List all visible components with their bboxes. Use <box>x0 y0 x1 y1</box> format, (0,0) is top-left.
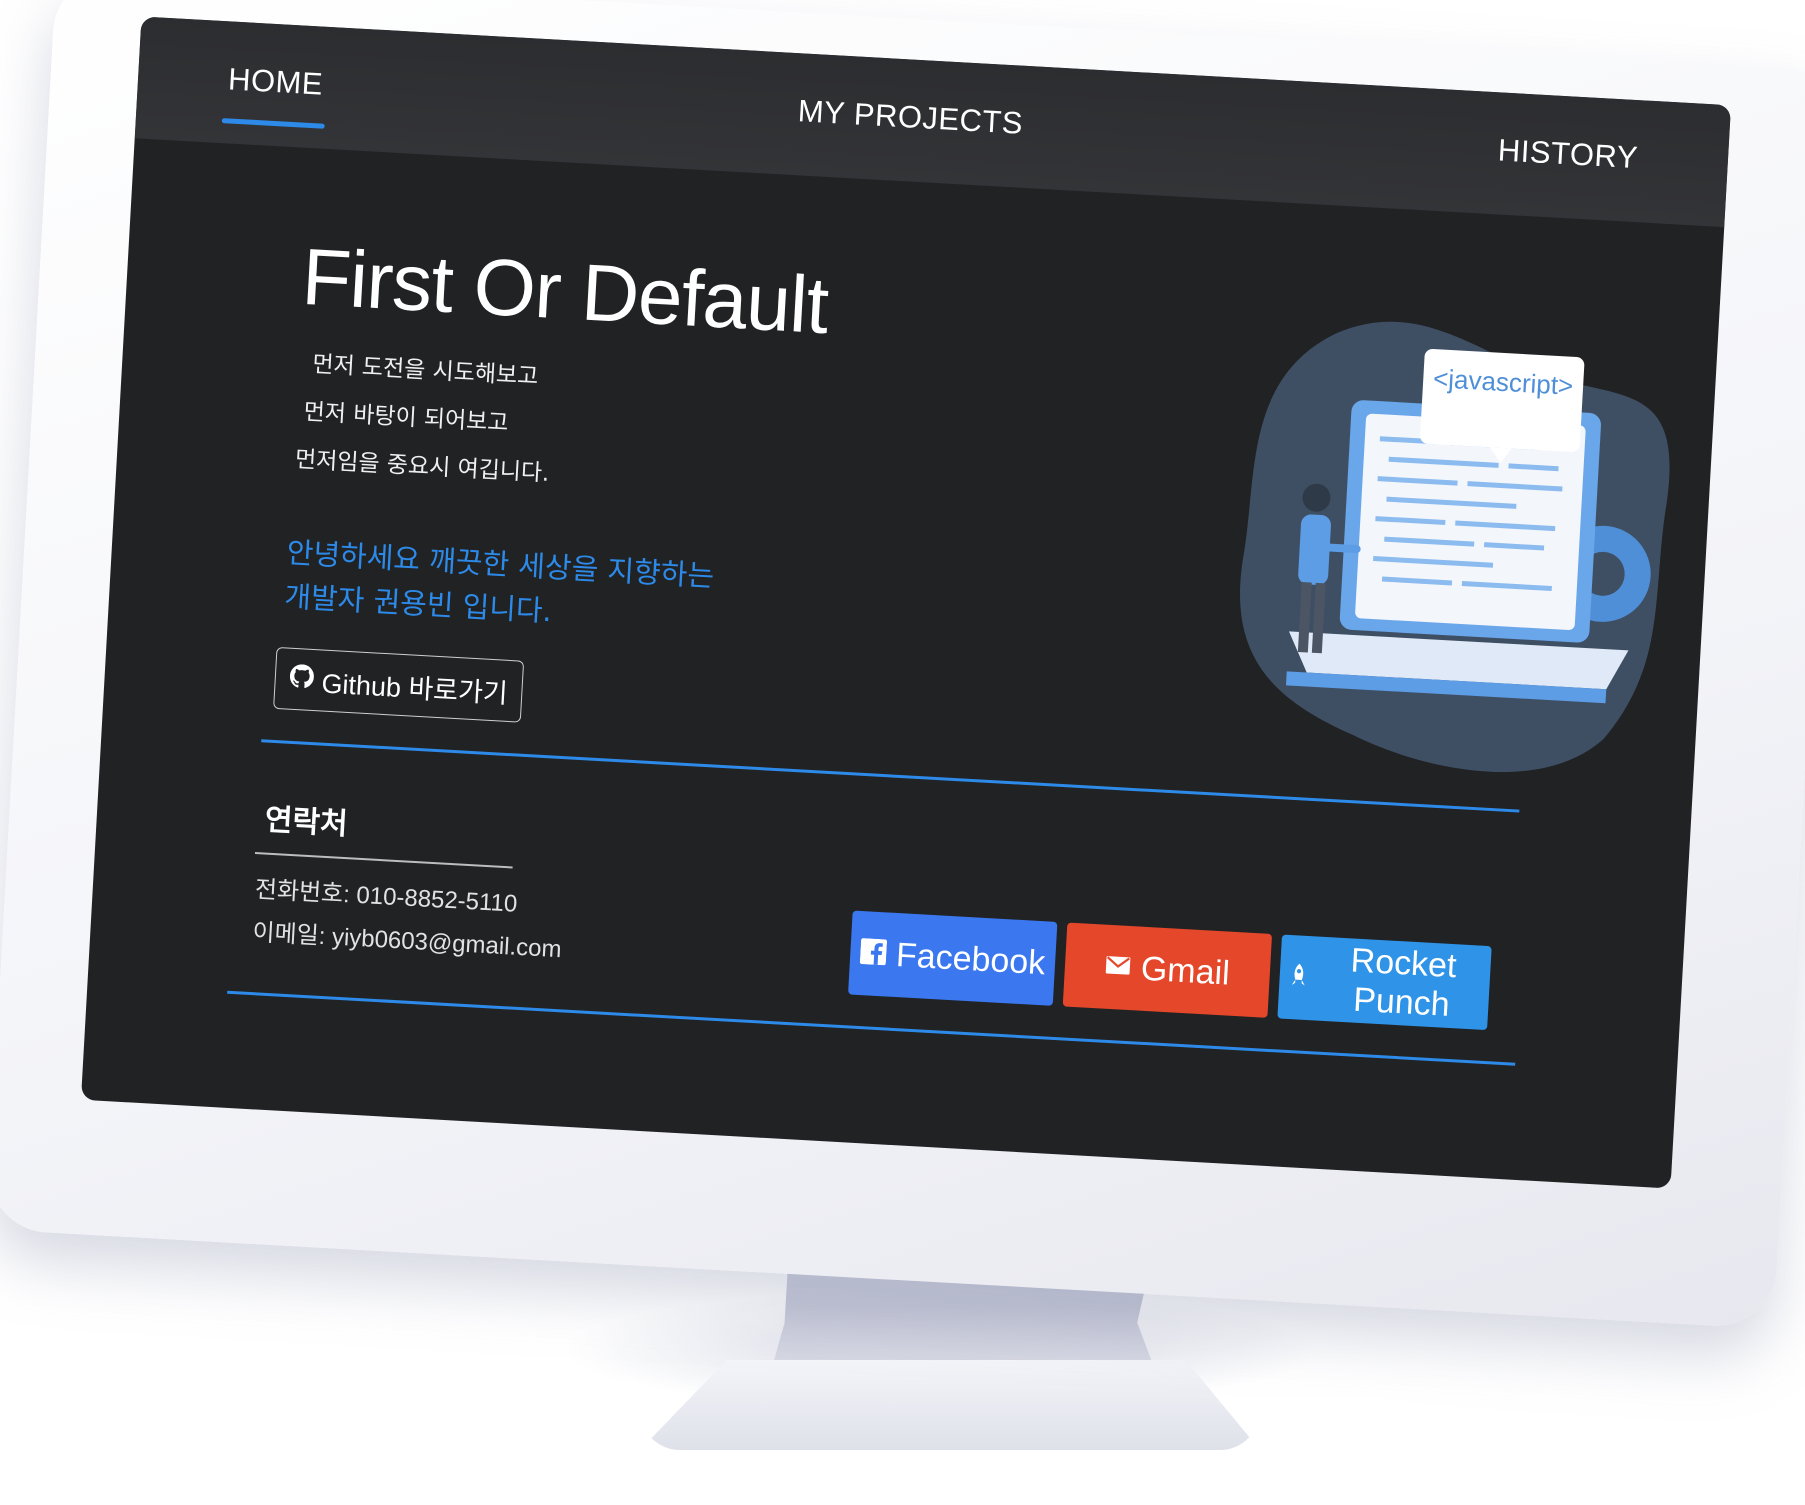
github-button[interactable]: Github 바로가기 <box>273 646 525 723</box>
nav-history[interactable]: HISTORY <box>1497 132 1639 182</box>
facebook-button-label: Facebook <box>895 935 1047 982</box>
nav-home[interactable]: HOME <box>227 61 324 108</box>
facebook-button[interactable]: Facebook <box>848 910 1058 1006</box>
tagline-3: 먼저임을 중요시 여깁니다. <box>294 446 551 487</box>
facebook-icon <box>859 934 887 974</box>
gmail-button-label: Gmail <box>1139 949 1231 993</box>
rocket-icon <box>1285 957 1313 997</box>
tagline-2: 먼저 바탕이 되어보고 <box>302 399 510 437</box>
github-button-label: Github 바로가기 <box>320 668 509 709</box>
envelope-icon <box>1104 947 1132 987</box>
contact-phone: 전화번호: 010-8852-5110 <box>254 876 518 918</box>
developer-laptop-illustration: <javascript> <box>1240 321 1670 772</box>
gmail-button[interactable]: Gmail <box>1062 922 1273 1018</box>
intro-line-2: 개발자 권용빈 입니다. <box>283 579 553 629</box>
github-icon <box>289 663 315 695</box>
contact-divider <box>254 852 513 868</box>
nav-my-projects[interactable]: MY PROJECTS <box>797 93 1024 148</box>
intro-text: 안녕하세요 깨끗한 세상을 지향하는 개발자 권용빈 입니다. <box>283 530 715 642</box>
tagline-1: 먼저 도전을 시도해보고 <box>311 351 539 391</box>
rocketpunch-button[interactable]: Rocket Punch <box>1277 934 1492 1031</box>
rocketpunch-button-label: Rocket Punch <box>1349 941 1458 1024</box>
contact-email: 이메일: yiyb0603@gmail.com <box>251 919 563 964</box>
contact-title: 연락처 <box>263 802 349 843</box>
hero-title: First Or Default <box>299 231 831 351</box>
monitor-screen: HOME MY PROJECTS HISTORY First Or Defaul… <box>80 16 1732 1189</box>
monitor-stand-base <box>640 1360 1260 1450</box>
